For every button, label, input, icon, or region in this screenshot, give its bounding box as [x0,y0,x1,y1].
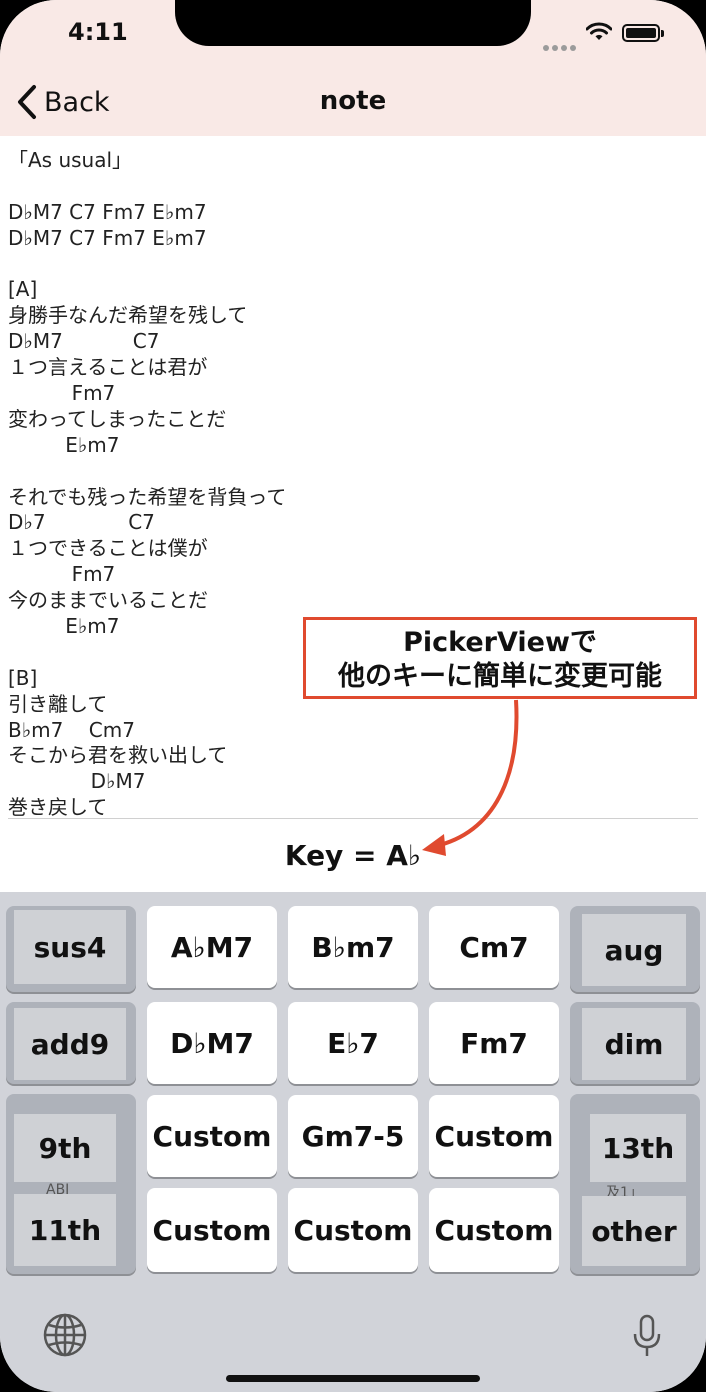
note-line: D♭M7 C7 Fm7 E♭m7 [8,199,207,224]
chord-key-10[interactable]: Custom [147,1188,277,1272]
13th-key[interactable]: 13th [590,1114,686,1182]
wifi-icon [586,22,612,40]
note-line: １つできることは僕が [8,536,208,561]
chord-key-12[interactable]: Custom [429,1188,559,1272]
chord-key-2[interactable]: B♭m7 [288,906,418,988]
note-line: [A] [8,277,38,302]
note-line: Fm7 [8,381,116,406]
note-line: そこから君を救い出して [8,743,228,768]
home-indicator [226,1375,480,1382]
dim-key[interactable]: dim [582,1008,686,1080]
callout-line-1: PickerViewで [403,627,597,658]
key-picker-display[interactable]: Key = A♭ [8,818,698,892]
note-line: Fm7 [8,562,116,587]
note-line: 今のままでいることだ [8,588,208,613]
annotation-arrow [422,699,519,856]
note-line [8,252,698,278]
note-line [8,459,698,485]
note-line: D♭M7 C7 Fm7 E♭m7 [8,225,207,250]
globe-icon[interactable] [42,1312,88,1358]
chord-key-1[interactable]: A♭M7 [147,906,277,988]
note-line: １つ言えることは君が [8,355,208,380]
other-key[interactable]: other [582,1196,686,1266]
screen: 4:11 Back note 「As usual」 D♭M7 C7 Fm7 E♭… [0,0,706,1392]
chord-key-11[interactable]: Custom [288,1188,418,1272]
key-label: Key = A♭ [284,839,422,872]
note-line: 身勝手なんだ希望を残して [8,303,248,328]
sus4-key[interactable]: sus4 [14,910,126,984]
phone-frame: 4:11 Back note 「As usual」 D♭M7 C7 Fm7 E♭… [0,0,706,1392]
battery-icon [622,24,664,42]
11th-key[interactable]: 11th [14,1194,116,1266]
note-line: D♭M7 [8,769,146,794]
note-line: D♭7 C7 [8,510,155,535]
note-line: B♭m7 Cm7 [8,717,135,742]
chord-key-5[interactable]: E♭7 [288,1002,418,1084]
add9-key[interactable]: add9 [14,1008,126,1080]
note-line: 変わってしまったことだ [8,406,227,431]
device-notch [175,0,531,46]
note-line: D♭M7 C7 [8,329,160,354]
chord-key-7[interactable]: Custom [147,1095,277,1177]
9th-key[interactable]: 9th [14,1114,116,1182]
chord-key-8[interactable]: Gm7-5 [288,1095,418,1177]
aug-key[interactable]: aug [582,914,686,986]
note-line: E♭m7 [8,432,120,457]
microphone-icon[interactable] [632,1314,662,1358]
navigation-bar: 4:11 Back note [0,0,706,136]
note-line [8,174,698,200]
note-line: 「As usual」 [8,148,133,172]
chord-key-4[interactable]: D♭M7 [147,1002,277,1084]
note-line: 巻き戻して [8,795,108,816]
callout-line-2: 他のキーに簡単に変更可能 [338,661,662,692]
chord-key-6[interactable]: Fm7 [429,1002,559,1084]
note-line: それでも残った希望を背負って [8,484,287,509]
cellular-signal-icon [543,36,579,55]
note-text-view[interactable]: 「As usual」 D♭M7 C7 Fm7 E♭m7 D♭M7 C7 Fm7 E… [8,148,698,816]
page-title: note [319,86,387,116]
status-time: 4:11 [68,18,128,46]
chord-key-3[interactable]: Cm7 [429,906,559,988]
chord-key-9[interactable]: Custom [429,1095,559,1177]
annotation-callout: PickerViewで 他のキーに簡単に変更可能 [303,617,697,699]
